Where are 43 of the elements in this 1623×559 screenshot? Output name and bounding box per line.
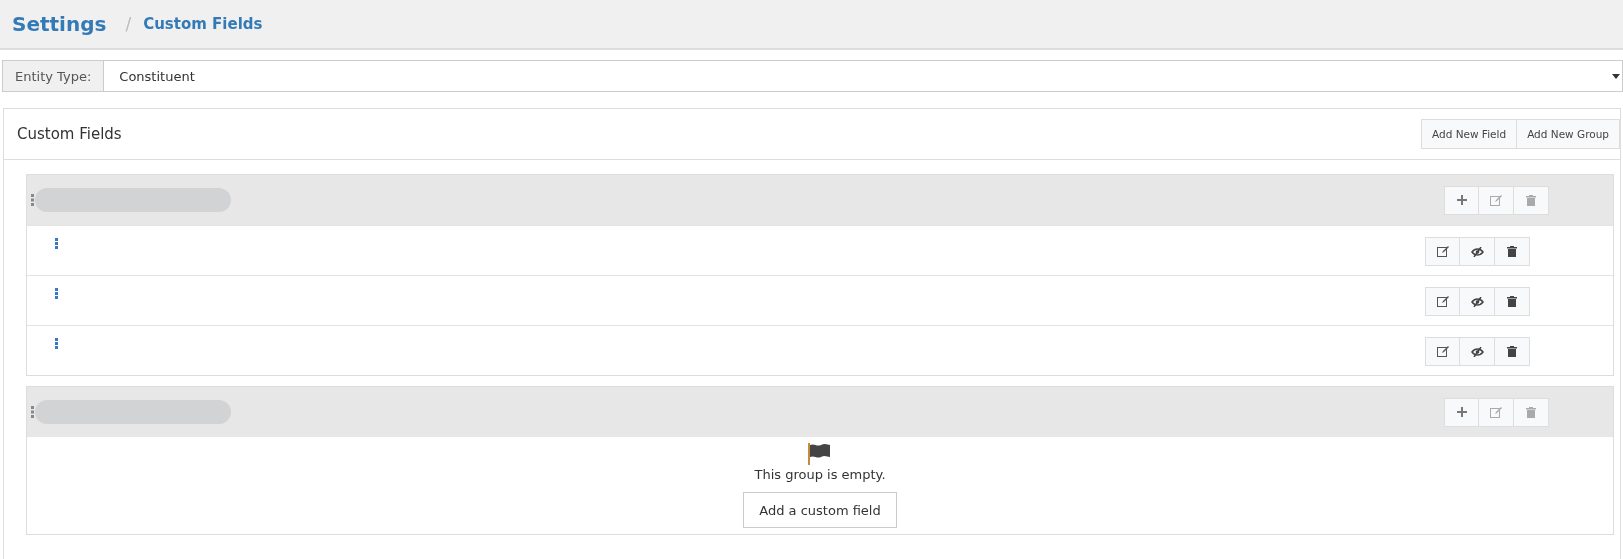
drag-handle-icon[interactable]	[31, 406, 34, 418]
flag-icon	[807, 443, 833, 465]
trash-icon	[1526, 194, 1536, 206]
panel-title: Custom Fields	[17, 125, 122, 143]
drag-handle-icon[interactable]	[55, 238, 58, 249]
eye-slash-icon	[1470, 296, 1484, 307]
edit-field-button[interactable]	[1425, 237, 1460, 266]
edit-field-button[interactable]	[1425, 287, 1460, 316]
edit-icon	[1436, 346, 1449, 357]
drag-handle-icon[interactable]	[55, 338, 58, 349]
edit-icon	[1490, 194, 1502, 206]
drag-handle-icon[interactable]	[55, 288, 58, 299]
entity-type-label: Entity Type:	[2, 60, 105, 92]
edit-field-button[interactable]	[1425, 337, 1460, 366]
breadcrumb-current: Custom Fields	[143, 15, 263, 33]
add-icon-button[interactable]	[1444, 397, 1479, 427]
caret-icon	[1612, 73, 1620, 79]
entity-type-select[interactable]: Constituent	[104, 60, 1623, 92]
empty-group-message: This group is empty.	[754, 467, 886, 482]
hide-field-button[interactable]	[1460, 287, 1495, 316]
edit-icon	[1490, 406, 1502, 418]
eye-slash-icon	[1470, 346, 1484, 357]
trash-icon	[1507, 246, 1517, 257]
hide-field-button[interactable]	[1460, 237, 1495, 266]
delete-field-button[interactable]	[1495, 337, 1530, 366]
trash-icon	[1507, 346, 1517, 357]
plus-icon	[1456, 195, 1467, 205]
add-custom-field-button[interactable]: Add a custom field	[743, 492, 897, 528]
page-title[interactable]: Settings	[12, 12, 107, 36]
drag-handle-icon[interactable]	[31, 194, 34, 206]
edit-icon	[1436, 296, 1449, 307]
add-field-button[interactable]: Add New Field	[1420, 119, 1518, 149]
delete-field-button[interactable]	[1495, 237, 1530, 266]
add-icon-button[interactable]	[1444, 185, 1479, 215]
hide-field-button[interactable]	[1460, 337, 1495, 366]
edit-icon	[1436, 246, 1449, 257]
delete-field-button[interactable]	[1495, 287, 1530, 316]
eye-slash-icon	[1470, 246, 1484, 257]
add-group-button[interactable]: Add New Group	[1517, 119, 1620, 149]
trash-icon	[1507, 296, 1517, 307]
trash-icon	[1526, 406, 1536, 418]
plus-icon	[1456, 407, 1467, 417]
breadcrumb-separator: /	[125, 14, 132, 34]
